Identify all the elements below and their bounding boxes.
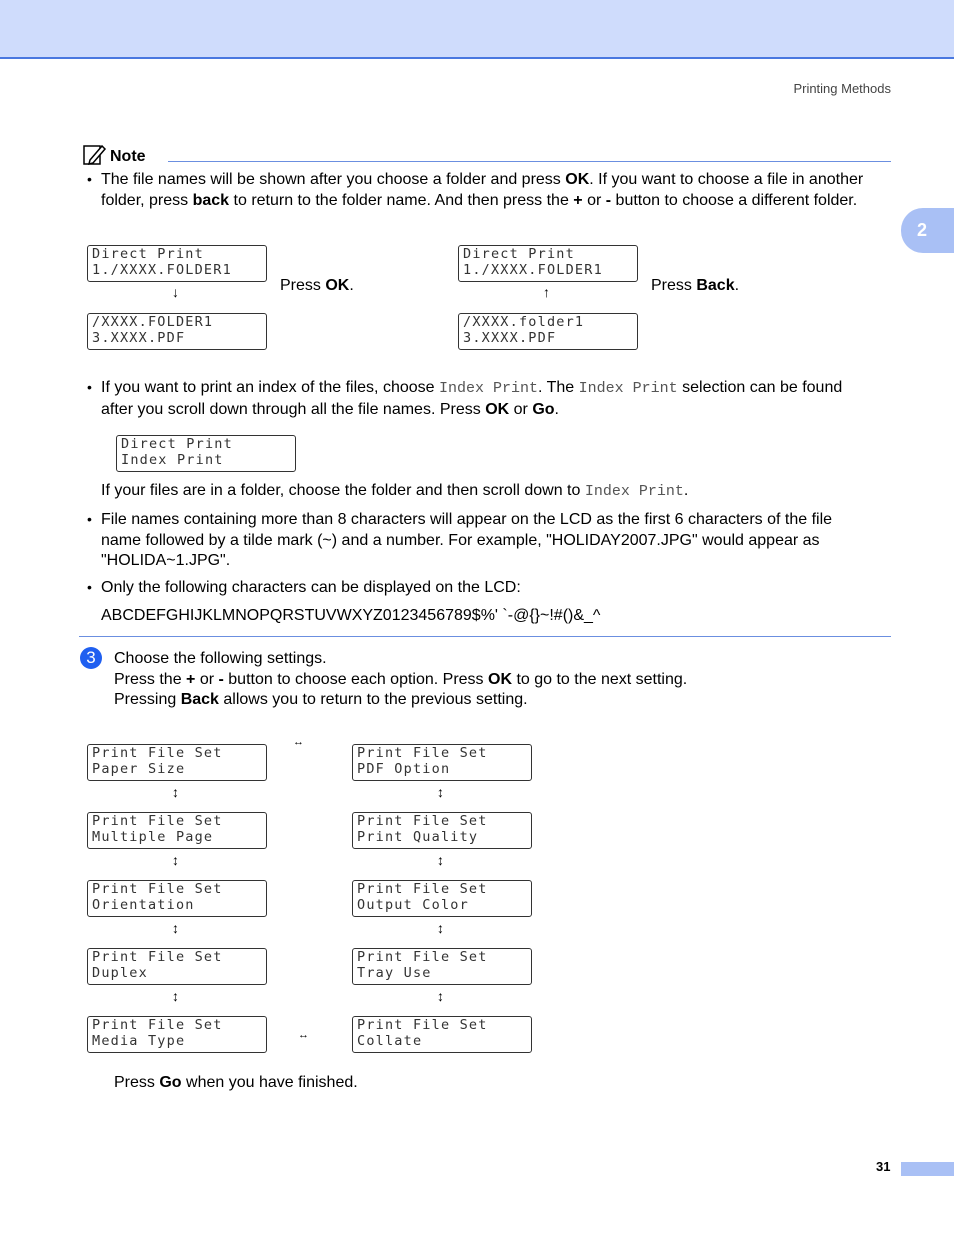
lcd-line: Print File Set	[357, 745, 488, 761]
lcd-line: Duplex	[92, 964, 148, 981]
note-pencil-icon	[83, 143, 107, 166]
lcd-line: Paper Size	[92, 760, 186, 777]
lcd-line: Print File Set	[92, 745, 223, 761]
lcd-display: Direct Print 1./XXXX.FOLDER1	[458, 245, 638, 282]
lcd-line: Multiple Page	[92, 828, 214, 845]
section-title: Printing Methods	[793, 81, 891, 96]
chapter-tab: 2	[901, 208, 954, 253]
lcd-display: Print File Set PDF Option	[352, 744, 532, 781]
arrow-up-icon: ↑	[543, 284, 550, 300]
lcd-display: Direct Print Index Print	[116, 435, 296, 472]
bullet: •	[87, 171, 92, 187]
press-back-text: Press Back.	[651, 277, 740, 294]
step-instructions: Choose the following settings. Press the…	[114, 650, 688, 708]
charset-text: ABCDEFGHIJKLMNOPQRSTUVWXYZ0123456789$%' …	[101, 607, 601, 624]
lcd-line: PDF Option	[357, 760, 451, 777]
lcd-display: Print File Set Media Type	[87, 1016, 267, 1053]
arrow-up-down-icon: ↕	[172, 920, 179, 936]
lcd-line: Print Quality	[357, 828, 479, 845]
lcd-display: Print File Set Output Color	[352, 880, 532, 917]
step-number-badge: 3	[80, 647, 102, 669]
finish-text: Press Go when you have finished.	[114, 1074, 358, 1091]
lcd-line: Print File Set	[357, 1017, 488, 1033]
lcd-line: Print File Set	[92, 949, 223, 965]
note-bullet-4: Only the following characters can be dis…	[101, 579, 521, 596]
lcd-display: Print File Set Tray Use	[352, 948, 532, 985]
lcd-line: Output Color	[357, 896, 469, 913]
arrow-up-down-icon: ↕	[172, 784, 179, 800]
lcd-display: Print File Set Multiple Page	[87, 812, 267, 849]
lcd-display: /XXXX.folder1 3.XXXX.PDF	[458, 313, 638, 350]
lcd-line: Print File Set	[357, 813, 488, 829]
arrow-up-down-icon: ↕	[172, 988, 179, 1004]
lcd-line: Print File Set	[92, 813, 223, 829]
lcd-line: Media Type	[92, 1032, 186, 1049]
lcd-line: Collate	[357, 1032, 423, 1049]
arrow-up-down-icon: ↕	[437, 920, 444, 936]
folder-text: If your files are in a folder, choose th…	[101, 482, 689, 500]
arrow-up-down-icon: ↕	[172, 852, 179, 868]
lcd-display: /XXXX.FOLDER1 3.XXXX.PDF	[87, 313, 267, 350]
lcd-line: Print File Set	[357, 881, 488, 897]
header-band	[0, 0, 954, 59]
lcd-line: Print File Set	[92, 1017, 223, 1033]
lcd-display: Print File Set Duplex	[87, 948, 267, 985]
note-end-divider	[79, 636, 891, 637]
lcd-line: Tray Use	[357, 964, 432, 981]
arrow-up-down-icon: ↕	[437, 852, 444, 868]
note-title: Note	[110, 148, 146, 165]
page-number: 31	[876, 1159, 891, 1174]
lcd-line: Orientation	[92, 896, 195, 913]
lcd-display: Print File Set Collate	[352, 1016, 532, 1053]
arrow-left-right-icon: ↔	[298, 1029, 309, 1041]
note-bullet-3: File names containing more than 8 charac…	[101, 511, 833, 569]
arrow-up-down-icon: ↕	[437, 784, 444, 800]
lcd-display: Print File Set Print Quality	[352, 812, 532, 849]
lcd-display: Print File Set Orientation	[87, 880, 267, 917]
manual-page: Printing Methods 2 Note • The file names…	[0, 0, 954, 1235]
note-bullet-2: If you want to print an index of the fil…	[101, 379, 843, 418]
arrow-left-right-icon: ↔	[293, 736, 304, 748]
lcd-line: Print File Set	[92, 881, 223, 897]
bullet: •	[87, 379, 92, 395]
page-tab	[901, 1162, 954, 1176]
bullet: •	[87, 511, 92, 527]
lcd-line: Print File Set	[357, 949, 488, 965]
press-ok-text: Press OK.	[280, 277, 354, 294]
arrow-up-down-icon: ↕	[437, 988, 444, 1004]
note-bullet-1: The file names will be shown after you c…	[101, 171, 864, 209]
bullet: •	[87, 579, 92, 595]
lcd-display: Direct Print 1./XXXX.FOLDER1	[87, 245, 267, 282]
lcd-display: Print File Set Paper Size	[87, 744, 267, 781]
note-divider	[168, 161, 891, 162]
arrow-down-icon: ↓	[172, 284, 179, 300]
